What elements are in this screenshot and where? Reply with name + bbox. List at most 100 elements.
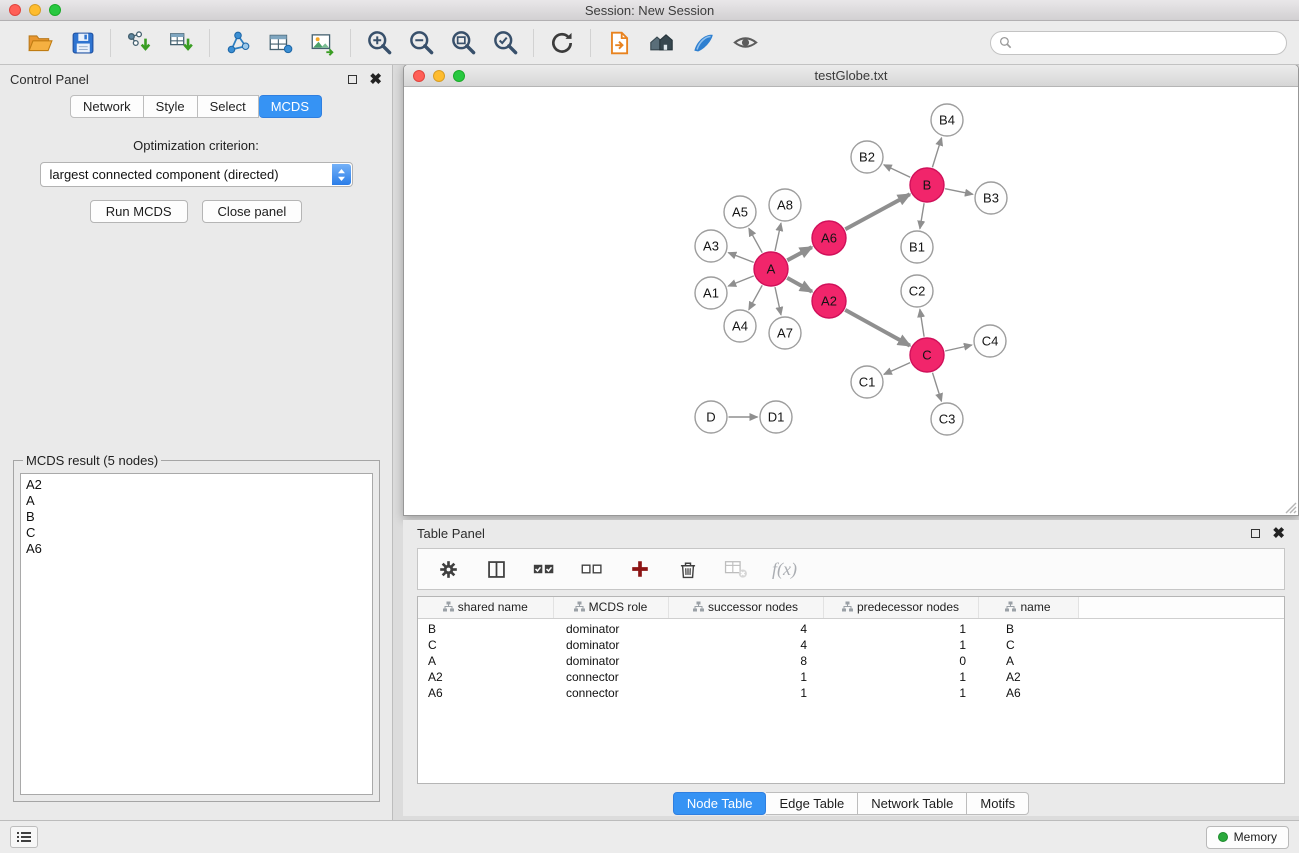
close-table-panel-icon[interactable]: ✖ [1272, 529, 1285, 538]
table-cell[interactable]: 1 [668, 685, 823, 701]
graph-edge-A-A2[interactable] [787, 278, 812, 292]
zoom-button[interactable] [49, 4, 61, 16]
graph-node-B3[interactable]: B3 [975, 182, 1007, 214]
table-cell[interactable]: 1 [823, 618, 978, 637]
graph-edge-A-A5[interactable] [749, 228, 762, 252]
memory-button[interactable]: Memory [1206, 826, 1289, 849]
table-cell[interactable]: C [418, 637, 553, 653]
style-button[interactable] [688, 28, 718, 58]
graph-node-A3[interactable]: A3 [695, 230, 727, 262]
graph-node-D1[interactable]: D1 [760, 401, 792, 433]
result-item[interactable]: A2 [26, 477, 367, 493]
refresh-button[interactable] [547, 28, 577, 58]
delete-table-button[interactable] [724, 557, 748, 581]
close-button[interactable] [9, 4, 21, 16]
table-cell[interactable]: B [978, 618, 1078, 637]
graph-edge-C-C2[interactable] [920, 309, 924, 336]
tab-edge-table[interactable]: Edge Table [766, 792, 858, 815]
graph-node-C3[interactable]: C3 [931, 403, 963, 435]
tab-network[interactable]: Network [70, 95, 144, 118]
run-mcds-button[interactable]: Run MCDS [90, 200, 188, 223]
table-cell[interactable]: 0 [823, 653, 978, 669]
network-close-button[interactable] [413, 70, 425, 82]
network-zoom-button[interactable] [453, 70, 465, 82]
graph-edge-B-B3[interactable] [945, 189, 973, 195]
tab-select[interactable]: Select [198, 95, 259, 118]
graph-node-A4[interactable]: A4 [724, 310, 756, 342]
graph-edge-A-A7[interactable] [775, 287, 781, 315]
column-header-successor-nodes[interactable]: successor nodes [668, 597, 823, 618]
import-table-button[interactable] [166, 28, 196, 58]
graph-node-D[interactable]: D [695, 401, 727, 433]
zoom-selected-button[interactable] [490, 28, 520, 58]
table-cell[interactable]: connector [553, 669, 668, 685]
graph-edge-A-A1[interactable] [728, 276, 754, 286]
table-cell[interactable]: C [978, 637, 1078, 653]
graph-node-C1[interactable]: C1 [851, 366, 883, 398]
close-panel-button[interactable]: Close panel [202, 200, 303, 223]
column-header-predecessor-nodes[interactable]: predecessor nodes [823, 597, 978, 618]
graph-edge-A-A6[interactable] [787, 247, 812, 260]
graph-node-C[interactable]: C [910, 338, 944, 372]
table-row[interactable]: Bdominator41B [418, 618, 1284, 637]
graph-node-C4[interactable]: C4 [974, 325, 1006, 357]
table-settings-button[interactable] [436, 557, 460, 581]
result-item[interactable]: A [26, 493, 367, 509]
graph-edge-A-A3[interactable] [728, 253, 753, 263]
zoom-fit-button[interactable] [448, 28, 478, 58]
table-cell[interactable]: 8 [668, 653, 823, 669]
graph-edge-C-C4[interactable] [945, 345, 972, 351]
graph-node-A2[interactable]: A2 [812, 284, 846, 318]
float-table-panel-icon[interactable] [1251, 529, 1260, 538]
tab-mcds[interactable]: MCDS [259, 95, 322, 118]
table-cell[interactable]: dominator [553, 637, 668, 653]
table-cell[interactable]: 1 [823, 637, 978, 653]
table-cell[interactable]: A6 [978, 685, 1078, 701]
table-row[interactable]: A2connector11A2 [418, 669, 1284, 685]
table-cell[interactable]: 4 [668, 618, 823, 637]
table-cell[interactable]: A [978, 653, 1078, 669]
open-session-doc-button[interactable] [604, 28, 634, 58]
column-header-MCDS-role[interactable]: MCDS role [553, 597, 668, 618]
network-minimize-button[interactable] [433, 70, 445, 82]
graph-node-A[interactable]: A [754, 252, 788, 286]
result-item[interactable]: B [26, 509, 367, 525]
graph-edge-A-A4[interactable] [749, 285, 762, 309]
graph-node-B2[interactable]: B2 [851, 141, 883, 173]
search-input[interactable] [1017, 36, 1278, 50]
tab-network-table[interactable]: Network Table [858, 792, 967, 815]
column-header-shared-name[interactable]: shared name [418, 597, 553, 618]
delete-row-button[interactable] [676, 557, 700, 581]
graph-edge-B-B4[interactable] [932, 138, 941, 168]
table-cell[interactable]: A2 [978, 669, 1078, 685]
show-hide-button[interactable] [730, 28, 760, 58]
open-file-button[interactable] [25, 28, 55, 58]
table-cell[interactable]: A2 [418, 669, 553, 685]
graph-node-C2[interactable]: C2 [901, 275, 933, 307]
network-canvas[interactable]: B4B2BB3A5A8A6B1A3AA1C2A2A4A7C4CC1C3DD1 [404, 87, 1298, 515]
float-panel-icon[interactable] [348, 75, 357, 84]
tab-node-table[interactable]: Node Table [673, 792, 767, 815]
table-cell[interactable]: connector [553, 685, 668, 701]
column-header-name[interactable]: name [978, 597, 1078, 618]
graph-edge-A2-C[interactable] [845, 310, 910, 346]
graph-node-B1[interactable]: B1 [901, 231, 933, 263]
table-cell[interactable]: 1 [823, 669, 978, 685]
table-cell[interactable]: 1 [668, 669, 823, 685]
function-builder-button[interactable]: f(x) [772, 557, 797, 581]
graph-edge-C-C1[interactable] [884, 363, 910, 375]
table-row[interactable]: Cdominator41C [418, 637, 1284, 653]
graph-node-A1[interactable]: A1 [695, 277, 727, 309]
graph-edge-B-B2[interactable] [884, 165, 910, 177]
graph-node-A6[interactable]: A6 [812, 221, 846, 255]
graph-edge-B-B1[interactable] [920, 203, 924, 228]
table-row[interactable]: A6connector11A6 [418, 685, 1284, 701]
graph-node-B[interactable]: B [910, 168, 944, 202]
graph-edge-C-C3[interactable] [933, 373, 942, 402]
network-table-button[interactable] [265, 28, 295, 58]
show-columns-button[interactable] [484, 557, 508, 581]
table-cell[interactable]: 1 [823, 685, 978, 701]
table-cell[interactable]: B [418, 618, 553, 637]
export-image-button[interactable] [307, 28, 337, 58]
import-network-button[interactable] [124, 28, 154, 58]
